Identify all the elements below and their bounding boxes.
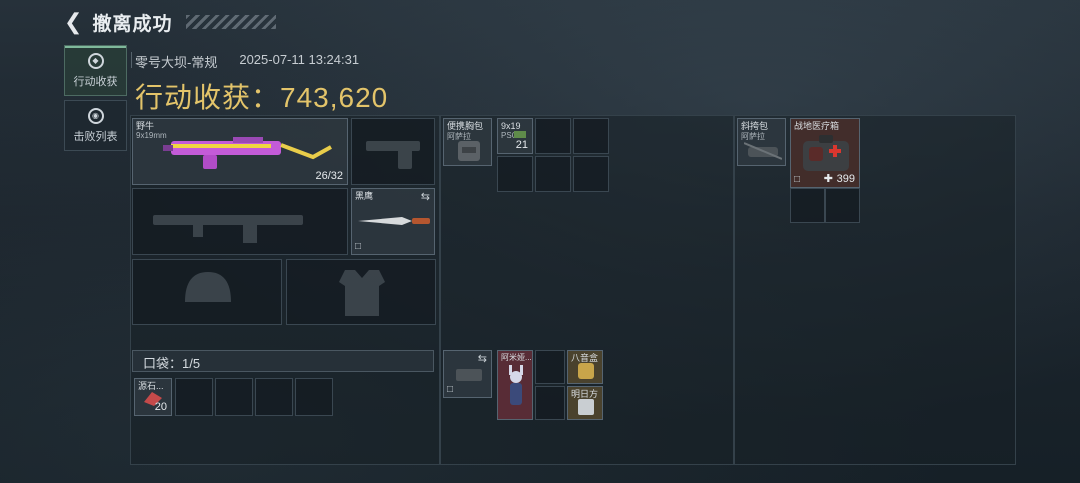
backpack-slot[interactable]: ⇆ □ (443, 350, 492, 398)
ammo-count: 21 (515, 139, 528, 151)
amiya-figure-slot[interactable]: 阿米娅... (497, 350, 533, 420)
raid-meta: 零号大坝-常规 2025-07-11 13:24:31 (131, 52, 360, 71)
page-title: 撤离成功 (92, 13, 173, 35)
sling-bag-slot[interactable]: 斜挎包 阿萨拉 (737, 118, 786, 166)
pack-slot-3[interactable] (535, 386, 565, 420)
bag-slot-3[interactable] (790, 188, 825, 223)
amiya-name: 阿米娅... (501, 353, 532, 362)
helmet-slot[interactable] (132, 259, 282, 325)
header: ❮ 撤离成功 (64, 8, 277, 36)
pocket-slot-2[interactable] (175, 378, 213, 416)
backpack-icon (456, 369, 482, 381)
chest-rig-slot[interactable]: 便携胸包 阿萨拉 (443, 118, 492, 166)
pocket-header: 口袋：1/5 (132, 350, 434, 372)
secondary-weapon-slot[interactable] (132, 188, 348, 255)
armor-slot[interactable] (286, 259, 436, 325)
arknights-item-slot[interactable]: 明日方 (567, 386, 603, 420)
pocket-item-count: 20 (154, 401, 167, 413)
medkit-name: 战地医疗箱 (794, 121, 840, 131)
figure-icon (509, 365, 523, 405)
pistol-slot[interactable] (351, 118, 435, 185)
medkit-icon (803, 135, 849, 171)
armor-ghost-icon (339, 270, 385, 316)
chest-rig-name: 便携胸包 (447, 121, 484, 131)
plus-icon: ✚ (823, 173, 833, 185)
weapon-name: 野牛 (136, 121, 155, 131)
helmet-ghost-icon (185, 272, 231, 302)
tab-kills-label: 击败列表 (73, 130, 118, 143)
rig-slot-4[interactable] (573, 118, 609, 154)
loot-icon: ◆ (87, 52, 104, 69)
bag-slot-4[interactable] (825, 188, 860, 223)
pocket-slot-3[interactable] (215, 378, 253, 416)
title-decoration (186, 15, 277, 29)
melee-name: 黑鹰 (355, 191, 374, 201)
weapon-ammo: 26/32 (315, 170, 343, 182)
music-box-name: 八音盒 (571, 353, 599, 363)
bag-panel (734, 115, 1016, 465)
ammo-slot[interactable]: 9x19 PSO 21 (497, 118, 533, 154)
medkit-count: 399 (836, 173, 855, 185)
rig-slot-5[interactable] (497, 156, 533, 192)
medkit-slot[interactable]: 战地医疗箱 □ ✚ 399 (790, 118, 860, 188)
rifle-ghost-icon (153, 215, 303, 243)
sling-bag-icon (744, 142, 782, 160)
raid-datetime: 2025-07-11 13:24:31 (239, 52, 360, 67)
pack-slot-2[interactable] (535, 350, 565, 384)
back-button[interactable]: ❮ (64, 11, 82, 33)
melee-slot[interactable]: 黑鹰 ⇆ □ (351, 188, 435, 255)
ammo-name: 9x19 (501, 121, 521, 131)
swap-icon[interactable]: ⇆ (478, 352, 487, 365)
pocket-slot-5[interactable] (295, 378, 333, 416)
meta-divider (131, 52, 132, 68)
rig-slot-3[interactable] (535, 118, 571, 154)
pocket-item-name: 源石... (138, 381, 164, 391)
pocket-slot-1[interactable]: 源石... 20 (134, 378, 172, 416)
arknights-item-name: 明日方 (571, 389, 599, 399)
secure-icon: □ (447, 384, 454, 395)
primary-weapon-slot[interactable]: 野牛 9x19mm 26/32 (132, 118, 348, 185)
tab-loot[interactable]: ◆ 行动收获 (64, 45, 127, 96)
chest-rig-icon (458, 141, 480, 161)
total-loot-value: 行动收获：743,620 (135, 82, 389, 113)
tab-kills[interactable]: ◉ 击败列表 (64, 100, 127, 151)
skull-icon: ◉ (87, 107, 104, 124)
sling-bag-name: 斜挎包 (741, 121, 769, 131)
knife-icon (358, 217, 430, 225)
secure-icon: □ (355, 241, 362, 252)
card-icon (578, 399, 594, 415)
ammo-box-icon (514, 131, 526, 138)
rig-slot-7[interactable] (573, 156, 609, 192)
rig-slot-6[interactable] (535, 156, 571, 192)
secure-icon: □ (794, 174, 801, 185)
map-name: 零号大坝-常规 (135, 55, 218, 70)
music-box-slot[interactable]: 八音盒 (567, 350, 603, 384)
swap-icon[interactable]: ⇆ (421, 190, 430, 203)
music-box-icon (578, 363, 594, 379)
pocket-slot-4[interactable] (255, 378, 293, 416)
tab-loot-label: 行动收获 (73, 75, 118, 88)
pistol-ghost-icon (366, 141, 420, 169)
